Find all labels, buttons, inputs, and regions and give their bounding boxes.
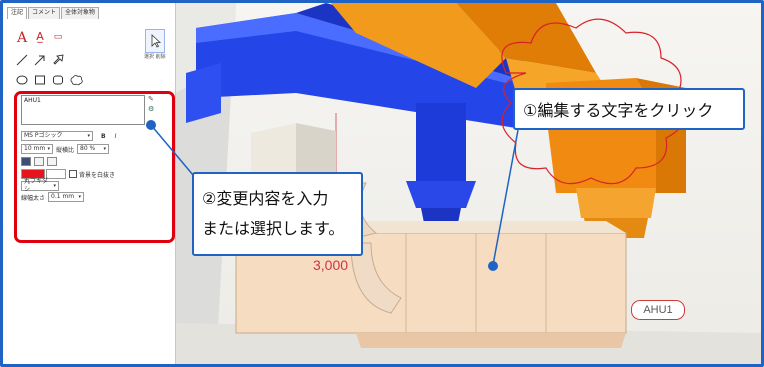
underline-text-tool-icon[interactable]: ▭ [51,30,65,44]
tab-all-objects[interactable]: 全体対象物 [61,7,100,19]
settings-gear-icon[interactable]: ⚙ [148,105,154,113]
tab-annotation[interactable]: 注記 [7,7,28,19]
cursor-icon [151,34,162,48]
tab-comment[interactable]: コメント [28,7,61,19]
line-tool-icon[interactable] [15,53,29,67]
tutorial-frame: 注記 コメント 全体対象物 A A̲ ▭ 選択 削除 AHU1 ✎ MS Pゴシ… [0,0,764,367]
callout-enter-line1: ②変更内容を入力 [202,189,329,208]
text-leader-tool-icon[interactable]: A̲ [33,29,47,43]
dimension-label: 3,000 [313,257,349,273]
property-highlight-box [14,91,175,243]
callout-enter-content: ②変更内容を入力 または選択します。 [192,172,363,256]
text-tool-icon[interactable]: A [15,30,29,46]
callout-click-text-label: ①編集する文字をクリック [523,101,714,120]
select-tool-label: 選択 削除 [144,54,166,60]
rounded-rectangle-tool-icon[interactable] [51,73,65,87]
pointer-dot-tag [488,261,498,271]
block-arrow-tool-icon[interactable] [51,53,65,67]
equipment-tag-label[interactable]: AHU1 [631,300,685,320]
annotation-panel: 注記 コメント 全体対象物 A A̲ ▭ 選択 削除 AHU1 ✎ MS Pゴシ… [3,3,176,364]
select-tool-button[interactable] [145,29,165,53]
panel-tabs: 注記 コメント 全体対象物 [7,7,100,19]
callout-enter-line2: または選択します。 [202,219,345,238]
rectangle-tool-icon[interactable] [33,73,47,87]
callout-click-text: ①編集する文字をクリック [513,88,745,130]
arrow-tool-icon[interactable] [33,53,47,67]
pointer-dot-panel [146,120,156,130]
ellipse-tool-icon[interactable] [15,73,29,87]
cloud-tool-icon[interactable] [69,73,83,87]
